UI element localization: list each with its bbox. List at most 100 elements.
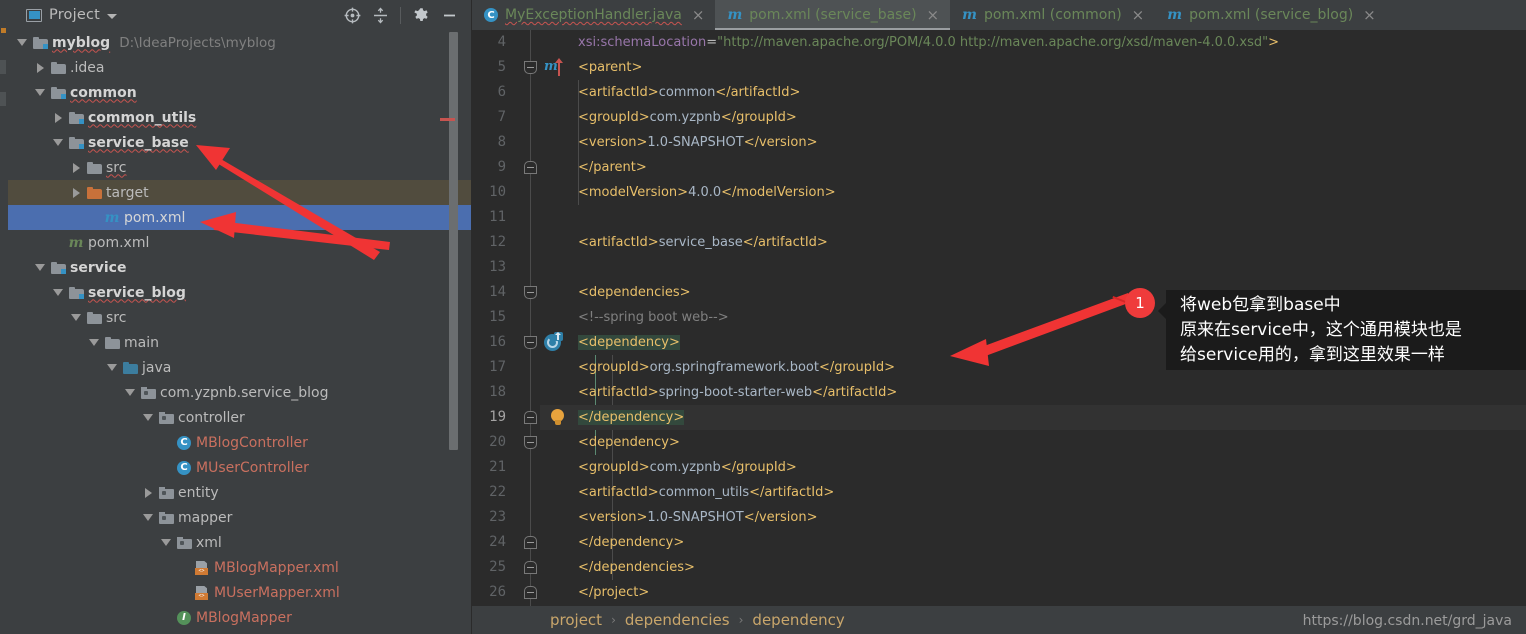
tree-node-controller[interactable]: controller: [8, 405, 472, 430]
tree-node-xml[interactable]: xml: [8, 530, 472, 555]
code-fold-close[interactable]: [524, 536, 537, 549]
code-line[interactable]: </dependencies>: [578, 555, 695, 580]
code-line[interactable]: <version>1.0-SNAPSHOT</version>: [578, 130, 817, 155]
twisty-expanded[interactable]: [104, 355, 120, 380]
twisty-expanded[interactable]: [68, 305, 84, 330]
code-line[interactable]: <groupId>org.springframework.boot</group…: [578, 355, 895, 380]
tree-node-pom-xml[interactable]: m pom.xml: [8, 230, 472, 255]
code-line[interactable]: <artifactId>common</artifactId>: [578, 80, 800, 105]
project-window-icon: [26, 8, 42, 22]
collapse-all-icon[interactable]: [367, 2, 393, 28]
twisty-expanded[interactable]: [158, 530, 174, 555]
code-line[interactable]: </dependency>: [578, 405, 685, 430]
tree-node-service-blog[interactable]: service_blog: [8, 280, 472, 305]
tree-node-mblogcontroller[interactable]: C MBlogController: [8, 430, 472, 455]
tree-node-src[interactable]: src: [8, 305, 472, 330]
project-tree-scrollbar[interactable]: [449, 32, 458, 450]
twisty-expanded[interactable]: [50, 280, 66, 305]
tree-node-idea[interactable]: .idea: [8, 55, 472, 80]
code-line[interactable]: <version>1.0-SNAPSHOT</version>: [578, 505, 817, 530]
code-line[interactable]: <groupId>com.yzpnb</groupId>: [578, 455, 797, 480]
twisty-expanded[interactable]: [32, 255, 48, 280]
twisty-expanded[interactable]: [32, 80, 48, 105]
twisty-collapsed[interactable]: [32, 55, 48, 80]
locate-target-icon[interactable]: [339, 2, 365, 28]
code-line[interactable]: <artifactId>common_utils</artifactId>: [578, 480, 834, 505]
minimize-icon[interactable]: [436, 2, 462, 28]
tree-node-mapper[interactable]: mapper: [8, 505, 472, 530]
twisty-expanded[interactable]: [14, 30, 30, 55]
code-line[interactable]: </parent>: [578, 155, 647, 180]
code-line[interactable]: <!--spring boot web-->: [578, 305, 729, 330]
tree-node-target[interactable]: target: [8, 180, 472, 205]
line-number: 15: [489, 309, 506, 325]
twisty-collapsed[interactable]: [68, 180, 84, 205]
twisty-collapsed[interactable]: [68, 155, 84, 180]
tree-node-pom-xml[interactable]: m pom.xml: [8, 205, 472, 230]
code-fold-close[interactable]: [524, 161, 537, 174]
code-line[interactable]: <groupId>com.yzpnb</groupId>: [578, 105, 797, 130]
close-icon[interactable]: ×: [1129, 7, 1145, 23]
tree-node-mblogmapper-xml[interactable]: <> MBlogMapper.xml: [8, 555, 472, 580]
line-number: 14: [489, 284, 506, 300]
twisty-collapsed[interactable]: [140, 480, 156, 505]
tree-node-java[interactable]: java: [8, 355, 472, 380]
intention-bulb-icon[interactable]: [550, 409, 565, 425]
code-line[interactable]: <artifactId>service_base</artifactId>: [578, 230, 828, 255]
code-line[interactable]: <dependency>: [578, 430, 680, 455]
close-icon[interactable]: ×: [924, 7, 940, 23]
tree-node-com-yzpnb-service-blog[interactable]: com.yzpnb.service_blog: [8, 380, 472, 405]
twisty-collapsed[interactable]: [50, 105, 66, 130]
code-fold-open[interactable]: [524, 286, 537, 299]
tree-node-entity[interactable]: entity: [8, 480, 472, 505]
breadcrumb-item-dependency[interactable]: dependency: [752, 611, 844, 629]
code-token: <artifactId>: [578, 485, 659, 500]
breadcrumb-item-project[interactable]: project: [550, 611, 602, 629]
tree-node-common-utils[interactable]: common_utils: [8, 105, 472, 130]
tree-node-src[interactable]: src: [8, 155, 472, 180]
project-tree[interactable]: myblog D:\IdeaProjects\myblog .idea common c…: [8, 30, 472, 634]
editor-tab-myexceptionhandler-java[interactable]: C MyExceptionHandler.java ×: [472, 0, 716, 30]
code-token: </artifactId>: [749, 485, 835, 500]
code-line[interactable]: </dependency>: [578, 530, 684, 555]
code-fold-open[interactable]: [524, 61, 537, 74]
editor-tab-bar: C MyExceptionHandler.java × m pom.xml (servi…: [472, 0, 1526, 30]
code-fold-close[interactable]: [524, 411, 537, 424]
close-icon[interactable]: ×: [689, 7, 705, 23]
tree-node-service-base[interactable]: service_base: [8, 130, 472, 155]
code-line[interactable]: </project>: [578, 580, 649, 605]
close-icon[interactable]: ×: [1360, 7, 1376, 23]
twisty-expanded[interactable]: [86, 330, 102, 355]
code-line[interactable]: <artifactId>spring-boot-starter-web</art…: [578, 380, 897, 405]
code-line[interactable]: <dependency>: [578, 330, 680, 355]
code-fold-close[interactable]: [524, 586, 537, 599]
twisty-expanded[interactable]: [50, 130, 66, 155]
tree-node-service[interactable]: service: [8, 255, 472, 280]
breadcrumb-item-dependencies[interactable]: dependencies: [625, 611, 730, 629]
tree-node-musercontroller[interactable]: C MUserController: [8, 455, 472, 480]
tree-node-musermapper-xml[interactable]: <> MUserMapper.xml: [8, 580, 472, 605]
editor-tab-pom-xml-common[interactable]: m pom.xml (common) ×: [950, 0, 1156, 30]
chevron-down-icon[interactable]: [107, 13, 118, 19]
editor-tab-pom-xml-service-base[interactable]: m pom.xml (service_base) ×: [715, 0, 951, 30]
twisty-expanded[interactable]: [122, 380, 138, 405]
code-fold-open[interactable]: [524, 336, 537, 349]
editor-tab-pom-xml-service-blog[interactable]: m pom.xml (service_blog) ×: [1155, 0, 1387, 30]
java-class-icon: C: [177, 460, 191, 475]
edge-tool-tab-2[interactable]: [0, 92, 6, 106]
code-line[interactable]: xsi:schemaLocation="http://maven.apache.…: [578, 30, 1279, 55]
maven-reload-icon[interactable]: [544, 332, 563, 351]
code-fold-open[interactable]: [524, 436, 537, 449]
tree-node-myblog[interactable]: myblog D:\IdeaProjects\myblog: [8, 30, 472, 55]
tree-node-main[interactable]: main: [8, 330, 472, 355]
twisty-expanded[interactable]: [140, 505, 156, 530]
code-line[interactable]: <parent>: [578, 55, 642, 80]
code-fold-close[interactable]: [524, 561, 537, 574]
twisty-expanded[interactable]: [140, 405, 156, 430]
edge-tool-tab-1[interactable]: [0, 60, 6, 74]
gear-icon[interactable]: [408, 2, 434, 28]
tree-node-mblogmapper[interactable]: I MBlogMapper: [8, 605, 472, 630]
code-line[interactable]: <dependencies>: [578, 280, 691, 305]
tree-node-common[interactable]: common: [8, 80, 472, 105]
code-line[interactable]: <modelVersion>4.0.0</modelVersion>: [578, 180, 836, 205]
